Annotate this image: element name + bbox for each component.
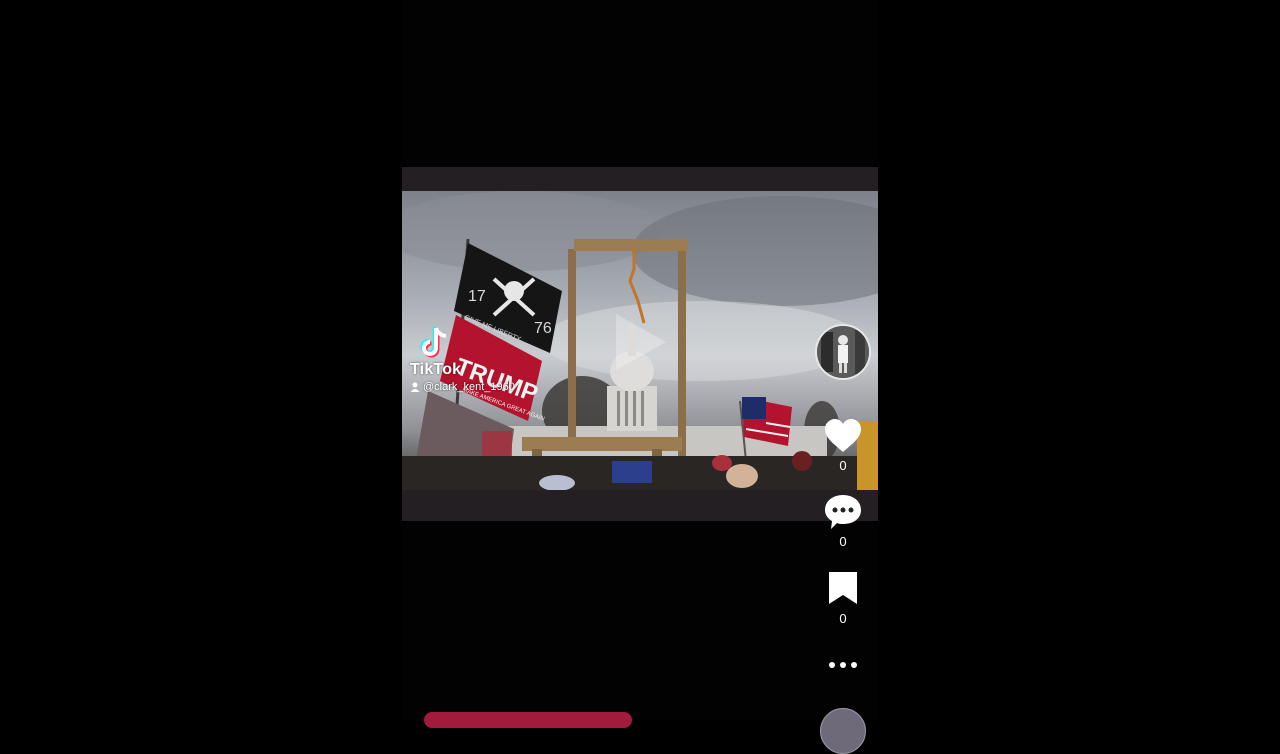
bookmark-icon [829, 572, 857, 604]
video-letterbox-bottom [402, 490, 878, 521]
more-icon [829, 662, 857, 668]
like-count: 0 [839, 458, 847, 473]
comment-button[interactable] [822, 494, 864, 530]
comment-icon [825, 495, 861, 529]
pirate-flag-year-right: 76 [534, 320, 552, 337]
tiktok-logo-icon [420, 324, 452, 360]
heart-icon [825, 419, 861, 452]
cloud [542, 301, 862, 381]
crowd-person [792, 451, 812, 471]
crowd-flag [612, 461, 652, 483]
bookmark-count: 0 [839, 611, 847, 626]
cloud [402, 191, 662, 271]
bookmark-button[interactable] [822, 570, 864, 606]
creator-avatar[interactable] [815, 324, 871, 380]
more-button[interactable] [826, 658, 860, 672]
comment-count: 0 [839, 534, 847, 549]
crowd-person [726, 464, 758, 488]
video-letterbox-top [402, 167, 878, 191]
tiktok-username: @clark_kent_1960 [410, 381, 515, 393]
like-button[interactable] [822, 418, 864, 454]
play-icon[interactable] [612, 312, 668, 372]
tiktok-wordmark: TikTok [410, 361, 462, 378]
next-post-pill[interactable] [424, 712, 632, 728]
person-icon [410, 382, 420, 392]
crowd-person [712, 455, 732, 471]
tiktok-username-text: @clark_kent_1960 [423, 381, 515, 393]
next-post-avatar[interactable] [820, 708, 866, 754]
pirate-flag-year-left: 17 [468, 288, 486, 305]
